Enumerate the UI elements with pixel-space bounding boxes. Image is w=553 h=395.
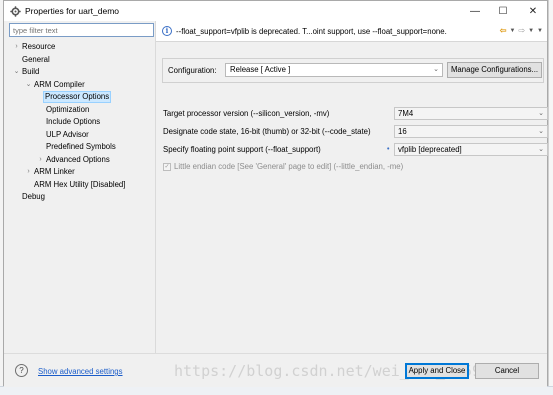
chevron-down-icon: ⌄: [538, 110, 544, 117]
gear-icon: [9, 5, 21, 17]
tree-item-arm-compiler[interactable]: ⌄ ARM Compiler: [9, 79, 155, 92]
tree-item-ulp-advisor[interactable]: ULP Advisor: [9, 129, 155, 142]
navigation-panel: ›Resource General ⌄Build ⌄ARM Compiler P…: [9, 23, 155, 353]
configuration-group: Configuration: Release [ Active ] ⌄ Mana…: [162, 58, 544, 83]
chevron-down-icon: ⌄: [433, 66, 439, 73]
window-title: Properties for uart_demo: [25, 6, 120, 16]
option-row-processor-version: Target processor version (--silicon_vers…: [163, 109, 329, 118]
tree-item-debug[interactable]: Debug: [9, 191, 155, 204]
history-nav: ⇦ ▼ ⇨ ▼ ▼: [500, 26, 543, 35]
tree-item-optimization[interactable]: Optimization: [9, 104, 155, 117]
tree-item-arm-hex-utility[interactable]: ARM Hex Utility [Disabled]: [9, 179, 155, 192]
back-arrow-icon[interactable]: ⇦: [500, 26, 507, 35]
title-bar[interactable]: Properties for uart_demo — ☐ ✕: [4, 1, 547, 21]
manage-configurations-button[interactable]: Manage Configurations...: [447, 62, 542, 78]
chevron-down-icon[interactable]: ▼: [509, 28, 515, 34]
chevron-right-icon[interactable]: ›: [12, 41, 21, 54]
little-endian-checkbox[interactable]: ✓: [163, 162, 171, 171]
tree-item-advanced-options[interactable]: › Advanced Options: [9, 154, 155, 167]
property-tree: › Resource General ⌄ Build ⌄ ARM Compiler P…: [9, 41, 155, 204]
tree-item-predefined-symbols[interactable]: Predefined Symbols: [9, 141, 155, 154]
chevron-down-icon[interactable]: ▼: [528, 28, 534, 34]
float-support-label: Specify floating point support (--float_…: [163, 145, 321, 154]
properties-dialog: Properties for uart_demo — ☐ ✕ ›Resource…: [3, 0, 548, 387]
forward-arrow-icon[interactable]: ⇨: [518, 26, 525, 35]
tree-item-processor-options[interactable]: Processor Options: [9, 91, 155, 104]
configuration-label: Configuration:: [168, 66, 217, 75]
processor-version-label: Target processor version (--silicon_vers…: [163, 109, 330, 118]
tree-item-general[interactable]: General: [9, 54, 155, 67]
code-state-select[interactable]: 16 ⌄: [394, 125, 548, 138]
chevron-down-icon: ⌄: [538, 146, 544, 153]
button-bar: ? Show advanced settings https://blog.cs…: [4, 353, 547, 387]
cancel-button[interactable]: Cancel: [475, 363, 539, 379]
tree-item-resource[interactable]: › Resource: [9, 41, 155, 54]
info-icon: i: [162, 26, 172, 36]
option-row-float-support: Specify floating point support (--float_…: [163, 145, 321, 154]
background-window-bottom: [0, 386, 553, 395]
minimize-icon[interactable]: —: [460, 1, 490, 21]
help-icon[interactable]: ?: [15, 364, 28, 377]
apply-and-close-button[interactable]: Apply and Close: [405, 363, 469, 379]
background-window-right: [548, 0, 553, 395]
little-endian-label: Little endian code [See 'General' page t…: [174, 162, 404, 171]
chevron-down-icon: ⌄: [538, 128, 544, 135]
view-menu-icon[interactable]: ▼: [537, 28, 543, 34]
close-icon[interactable]: ✕: [518, 1, 548, 21]
maximize-icon[interactable]: ☐: [488, 1, 518, 21]
code-state-label: Designate code state, 16-bit (thumb) or …: [163, 127, 371, 136]
chevron-right-icon[interactable]: ›: [36, 154, 45, 167]
filter-input[interactable]: [9, 23, 154, 37]
option-row-code-state: Designate code state, 16-bit (thumb) or …: [163, 127, 371, 136]
option-row-little-endian: ✓ Little endian code [See 'General' page …: [163, 162, 403, 171]
show-advanced-settings-link[interactable]: Show advanced settings: [38, 367, 123, 376]
configuration-select[interactable]: Release [ Active ] ⌄: [225, 63, 443, 77]
tree-item-build[interactable]: ⌄ Build: [9, 66, 155, 79]
tree-item-include-options[interactable]: Include Options: [9, 116, 155, 129]
deprecated-info-icon: •: [387, 146, 390, 153]
message-bar: i --float_support=vfplib is deprecated. …: [156, 21, 547, 42]
chevron-right-icon[interactable]: ›: [24, 166, 33, 179]
tree-item-arm-linker[interactable]: › ARM Linker: [9, 166, 155, 179]
processor-version-select[interactable]: 7M4 ⌄: [394, 107, 548, 120]
settings-panel: i --float_support=vfplib is deprecated. …: [156, 21, 548, 353]
configuration-value: Release [ Active ]: [230, 65, 291, 74]
chevron-down-icon[interactable]: ⌄: [12, 66, 21, 79]
message-text: --float_support=vfplib is deprecated. T.…: [176, 26, 447, 36]
float-support-select[interactable]: vfplib [deprecated] ⌄: [394, 143, 548, 156]
chevron-down-icon[interactable]: ⌄: [24, 79, 33, 92]
